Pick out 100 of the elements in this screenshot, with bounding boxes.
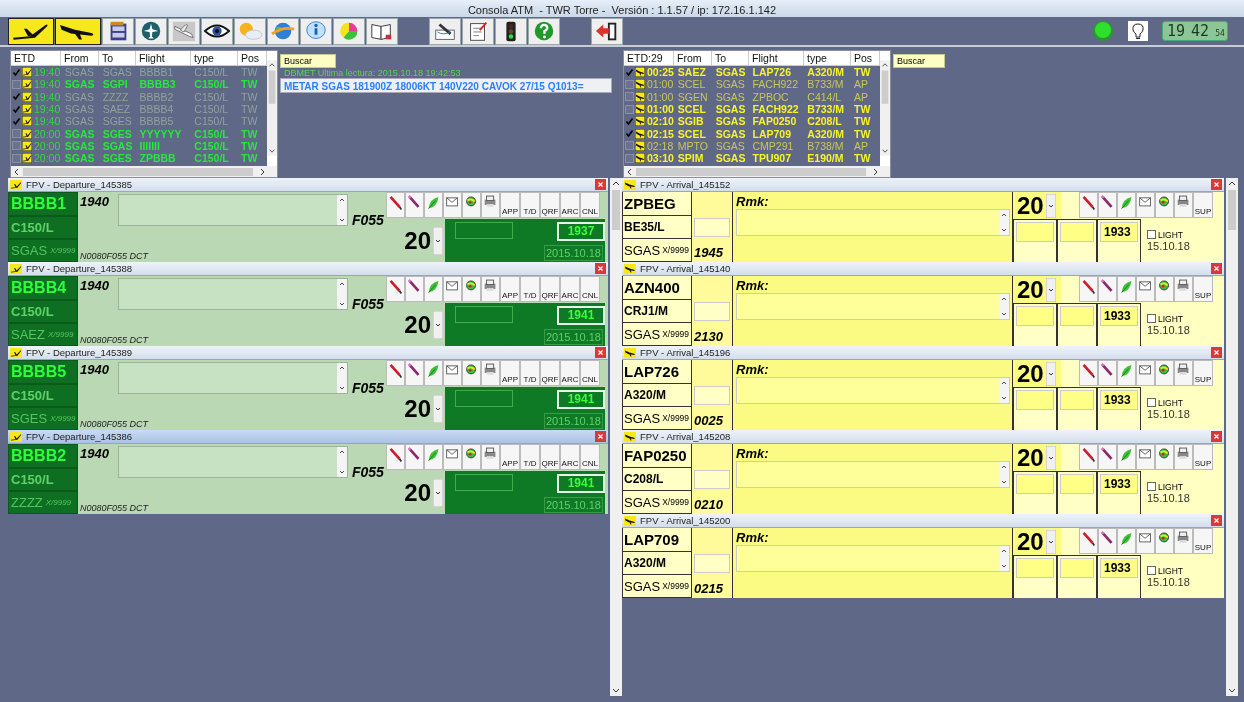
strip-button[interactable]: QRF [540,276,560,302]
remarks-field[interactable] [118,194,348,226]
input-field[interactable] [1060,474,1094,494]
input-field[interactable] [1016,558,1054,578]
printer-icon[interactable] [1174,360,1193,386]
marker-icon[interactable] [1098,276,1117,302]
strip-button[interactable]: ARC [560,192,580,218]
checkbox[interactable] [12,129,21,139]
strip-button[interactable]: SUP [1193,192,1213,218]
vertical-scrollbar[interactable] [337,363,347,393]
input-field[interactable] [455,390,513,407]
checkbox[interactable] [1147,398,1156,407]
strip-button[interactable]: CNL [580,444,600,470]
checkbox[interactable] [625,116,634,126]
vertical-scrollbar[interactable] [1226,178,1238,696]
strip-button[interactable]: ARC [560,276,580,302]
plane-badge-icon[interactable] [135,17,167,45]
vertical-scrollbar[interactable] [337,279,347,309]
remarks-field[interactable] [736,461,1010,488]
checkbox[interactable] [625,153,634,163]
column-header[interactable]: ETD [11,51,61,65]
strip-button[interactable]: CNL [580,192,600,218]
remarks-field[interactable] [736,377,1010,404]
input-field[interactable] [455,306,513,323]
strip-button[interactable]: APP [500,360,520,386]
strip-button[interactable]: T/D [520,444,540,470]
strip-button[interactable]: SUP [1193,276,1213,302]
flight-row[interactable]: 00:25 SAEZ SGAS LAP726 A320/M TW [624,66,880,79]
search-tab[interactable]: Buscar [893,54,945,68]
printer-icon[interactable] [1174,528,1193,554]
close-icon[interactable] [595,347,606,358]
vertical-scrollbar[interactable] [337,195,347,225]
vertical-scrollbar[interactable] [610,178,622,696]
strip-button[interactable]: QRF [540,444,560,470]
envelope-icon[interactable] [443,360,462,386]
strip-button[interactable]: APP [500,192,520,218]
remarks-field[interactable] [736,293,1010,320]
notepad-icon[interactable] [462,17,494,45]
pen-icon[interactable] [1079,276,1098,302]
globe-icon[interactable] [462,360,481,386]
printer-icon[interactable] [481,192,500,218]
column-header[interactable]: From [674,51,712,65]
strip-button[interactable]: CNL [580,360,600,386]
light-bulb-icon[interactable] [1128,21,1148,41]
input-field[interactable] [1060,558,1094,578]
vertical-scrollbar[interactable] [999,462,1009,487]
vertical-scrollbar[interactable] [999,210,1009,235]
checkbox[interactable] [625,141,634,151]
printer-icon[interactable] [1174,276,1193,302]
pen-icon[interactable] [1079,192,1098,218]
close-icon[interactable] [1211,263,1222,274]
checkbox[interactable] [625,79,634,89]
departure-plane-icon[interactable] [8,17,54,45]
checkbox[interactable] [12,67,21,77]
remarks-field[interactable] [118,278,348,310]
checkbox[interactable] [1147,230,1156,239]
marker-icon[interactable] [405,192,424,218]
help-icon[interactable] [528,17,560,45]
time-field[interactable]: 1933 [1100,390,1138,410]
pie-chart-icon[interactable] [333,17,365,45]
globe-icon[interactable] [1155,360,1174,386]
printer-icon[interactable] [481,360,500,386]
checkbox[interactable] [625,104,634,114]
input-field[interactable] [694,554,730,573]
pen-icon[interactable] [1079,444,1098,470]
pen-icon[interactable] [386,276,405,302]
strip-button[interactable]: QRF [540,192,560,218]
input-field[interactable] [455,222,513,239]
search-tab[interactable]: Buscar [280,54,336,68]
envelope-icon[interactable] [443,444,462,470]
time-field[interactable]: 1933 [1100,222,1138,242]
time-field[interactable]: 1933 [1100,558,1138,578]
traffic-light-icon[interactable] [495,17,527,45]
input-field[interactable] [1060,222,1094,242]
close-icon[interactable] [595,431,606,442]
marker-icon[interactable] [405,444,424,470]
marker-icon[interactable] [1098,444,1117,470]
close-icon[interactable] [1211,347,1222,358]
flight-row[interactable]: 02:10 SGIB SGAS FAP0250 C208/L TW [624,115,880,128]
pen-icon[interactable] [386,192,405,218]
info-icon[interactable] [300,17,332,45]
flight-row[interactable]: 03:10 SPIM SGAS TPU907 E190/M TW [624,152,880,165]
printer-icon[interactable] [1174,192,1193,218]
envelope-icon[interactable] [443,192,462,218]
column-header[interactable]: Flight [749,51,804,65]
column-header[interactable]: ETD:29 [624,51,674,65]
horizontal-scrollbar[interactable] [11,166,277,177]
pen-icon[interactable] [386,444,405,470]
marker-icon[interactable] [1098,528,1117,554]
checkbox[interactable] [12,153,21,163]
pen-icon[interactable] [386,360,405,386]
checkbox[interactable] [1147,482,1156,491]
strip-button[interactable]: APP [500,276,520,302]
file-cabinet-icon[interactable] [102,17,134,45]
column-header[interactable]: Flight [136,51,191,65]
strip-button[interactable]: ARC [560,360,580,386]
globe-icon[interactable] [1155,444,1174,470]
strip-button[interactable]: T/D [520,192,540,218]
checkbox[interactable] [625,67,634,77]
marker-icon[interactable] [1098,360,1117,386]
